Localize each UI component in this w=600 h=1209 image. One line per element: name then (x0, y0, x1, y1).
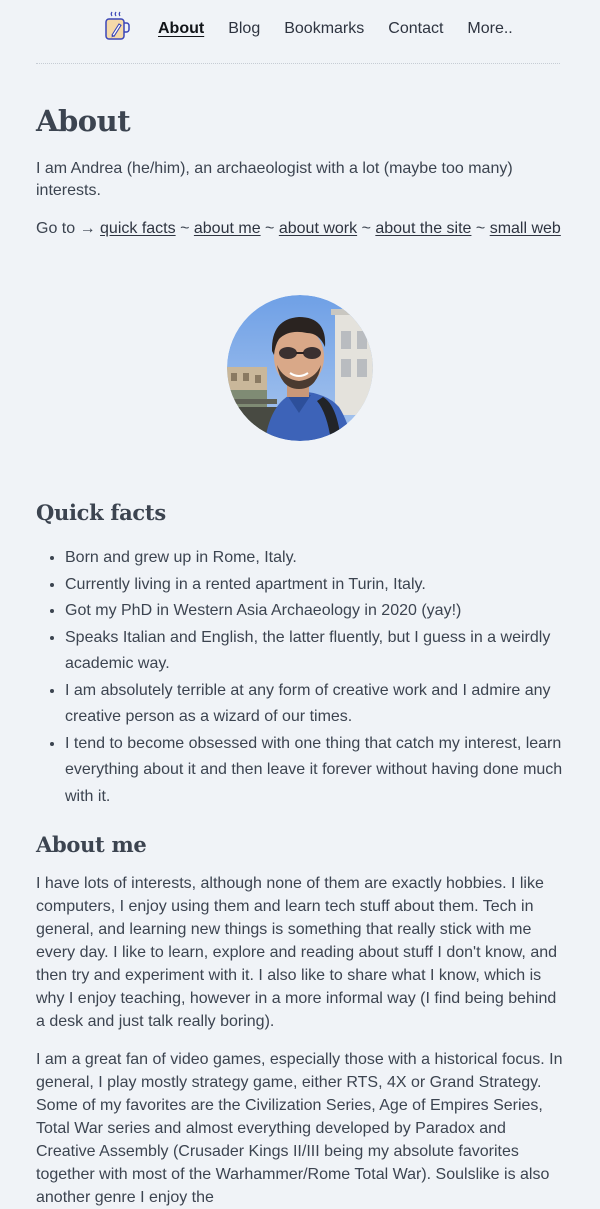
goto-separator: ~ (180, 220, 190, 237)
main-nav: About Blog Bookmarks Contact More.. (158, 19, 537, 39)
nav-link-contact[interactable]: Contact (388, 19, 443, 39)
avatar (227, 295, 373, 441)
quick-facts-list: Born and grew up in Rome, Italy. Current… (36, 545, 564, 810)
nav-link-blog[interactable]: Blog (228, 19, 260, 39)
goto-separator: ~ (265, 220, 275, 237)
list-item: I am absolutely terrible at any form of … (65, 678, 564, 731)
avatar-container (36, 295, 564, 441)
about-me-paragraph: I have lots of interests, although none … (36, 875, 558, 1030)
about-me-paragraph: I am a great fan of video games, especia… (36, 1051, 563, 1206)
goto-link-about-site[interactable]: about the site (375, 220, 471, 237)
nav-link-bookmarks[interactable]: Bookmarks (284, 19, 364, 39)
goto-prefix: Go to → (36, 220, 96, 237)
main-content: About I am Andrea (he/him), an archaeolo… (36, 64, 564, 1209)
goto-link-about-work[interactable]: about work (279, 220, 357, 237)
nav-link-more[interactable]: More.. (467, 19, 512, 39)
goto-link-about-me[interactable]: about me (194, 220, 261, 237)
nav-link-about[interactable]: About (158, 19, 204, 39)
goto-separator: ~ (361, 220, 371, 237)
mug-with-pencil-icon[interactable] (103, 10, 131, 42)
goto-link-small-web[interactable]: small web (490, 220, 561, 237)
site-header: About Blog Bookmarks Contact More.. (0, 0, 600, 64)
list-item: Currently living in a rented apartment i… (65, 572, 564, 599)
page-title: About (36, 104, 131, 138)
section-heading-quick-facts: Quick facts (36, 500, 166, 525)
goto-links: Go to → quick facts ~ about me ~ about w… (36, 218, 564, 240)
intro-text: I am Andrea (he/him), an archaeologist w… (36, 160, 513, 199)
list-item: Got my PhD in Western Asia Archaeology i… (65, 598, 564, 625)
goto-link-quick-facts[interactable]: quick facts (100, 220, 176, 237)
section-heading-about-me: About me (36, 832, 147, 857)
list-item: Born and grew up in Rome, Italy. (65, 545, 564, 572)
list-item: Speaks Italian and English, the latter f… (65, 625, 564, 678)
goto-separator: ~ (475, 220, 486, 237)
list-item: I tend to become obsessed with one thing… (65, 731, 564, 811)
